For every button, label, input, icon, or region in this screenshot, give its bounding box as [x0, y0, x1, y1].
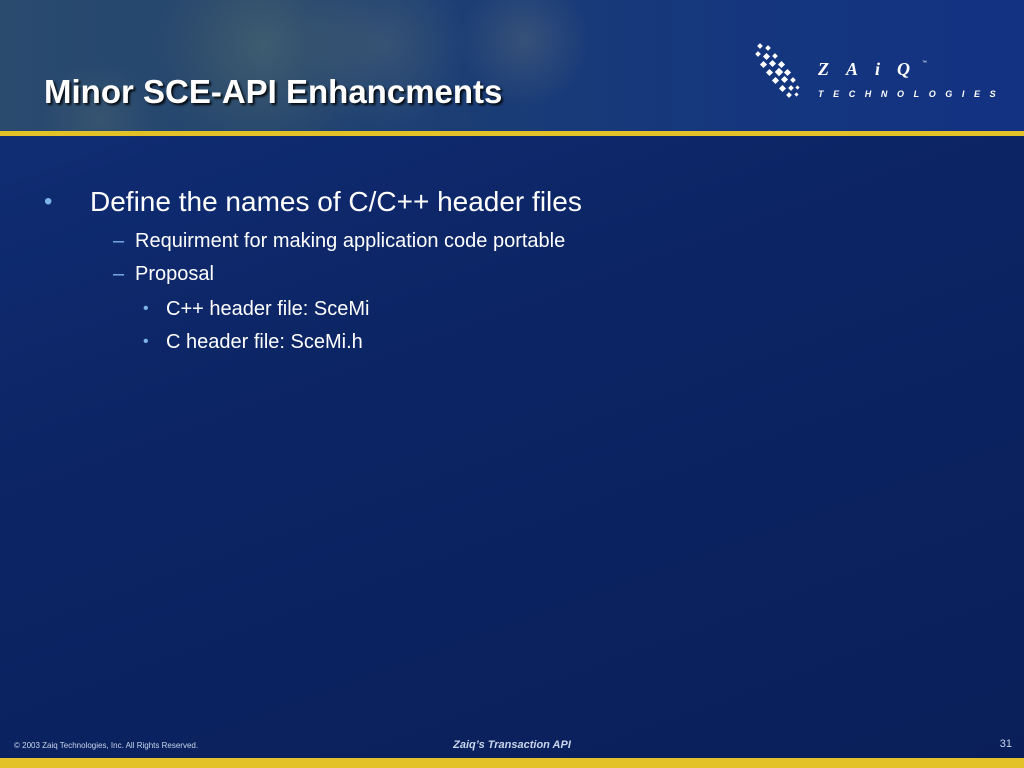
- bullet-marker: •: [143, 300, 149, 317]
- bullet-marker: •: [143, 333, 149, 350]
- bullet-marker: –: [113, 230, 125, 252]
- slide: Minor SCE-API Enhancments ZAiQ ™ TECHNOL…: [0, 0, 1024, 768]
- bullet-text: C++ header file: SceMi: [166, 298, 370, 320]
- slide-footer: © 2003 Zaiq Technologies, Inc. All Right…: [0, 732, 1024, 758]
- footer-rule: [0, 758, 1024, 768]
- footer-page-number: 31: [999, 738, 1012, 750]
- bullet-marker: –: [113, 263, 125, 285]
- bullet-text: Requirment for making application code p…: [135, 230, 566, 252]
- bullet-marker: •: [44, 188, 53, 215]
- bullet-text: Proposal: [135, 263, 214, 285]
- footer-presentation-title: Zaiq’s Transaction API: [453, 739, 571, 751]
- bullet-text: Define the names of C/C++ header files: [90, 186, 582, 217]
- bullet-text: C header file: SceMi.h: [166, 331, 363, 353]
- slide-content: • Define the names of C/C++ header files…: [0, 0, 1024, 768]
